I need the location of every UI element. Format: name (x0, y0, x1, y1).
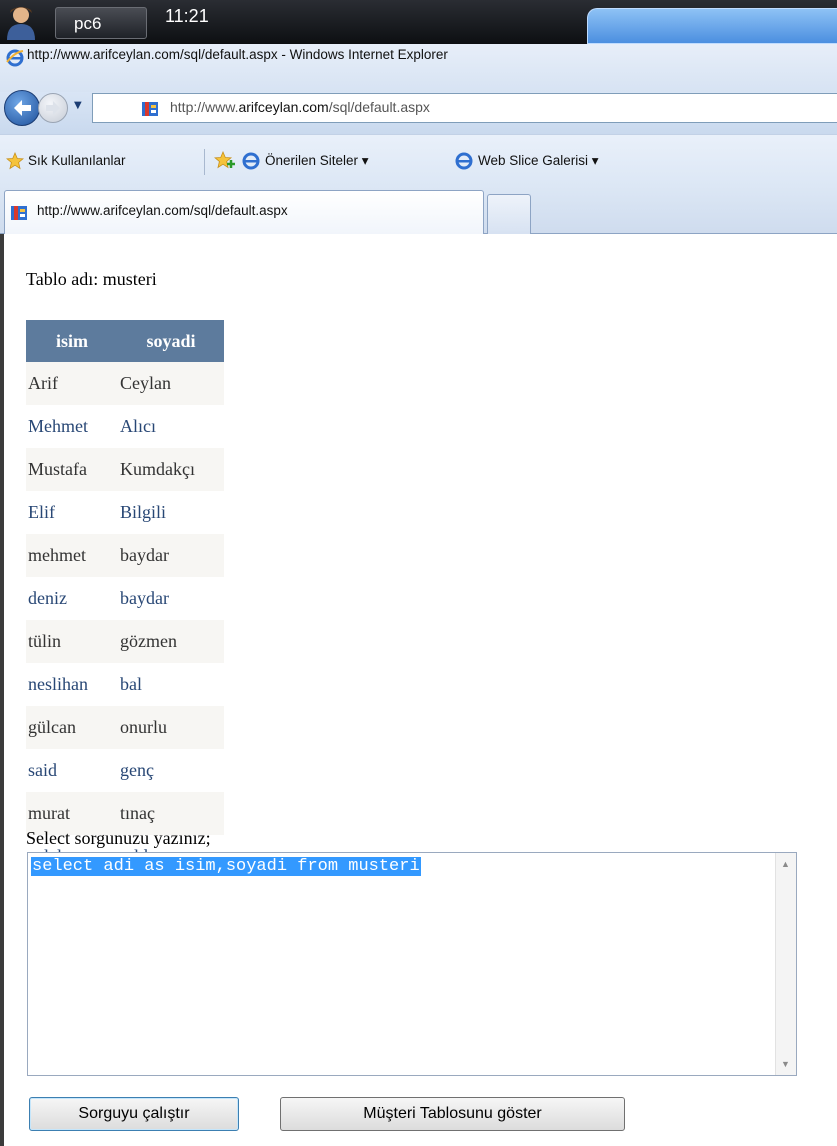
table-row: Elif Bilgili (26, 491, 224, 534)
web-slice-gallery-link[interactable]: Web Slice Galerisi ▾ (478, 153, 599, 169)
cell-soyadi: Bilgili (118, 491, 224, 534)
suggested-sites-link[interactable]: Önerilen Siteler ▾ (265, 153, 369, 169)
table-row: neslihan bal (26, 663, 224, 706)
cell-isim: said (26, 749, 118, 792)
taskbar-active-area[interactable] (587, 8, 837, 44)
cell-isim: tülin (26, 620, 118, 663)
tab-label: http://www.arifceylan.com/sql/default.as… (37, 203, 288, 218)
cell-soyadi: baydar (118, 577, 224, 620)
recent-pages-dropdown[interactable]: ▼ (74, 100, 82, 111)
clock: 11:21 (165, 6, 209, 26)
cell-isim: Elif (26, 491, 118, 534)
cell-isim: mehmet (26, 534, 118, 577)
add-favorite-icon[interactable] (214, 151, 236, 171)
arrow-left-icon (14, 100, 31, 116)
new-tab-button[interactable] (487, 194, 531, 234)
tab-strip: http://www.arifceylan.com/sql/default.as… (0, 186, 837, 234)
table-row: deniz baydar (26, 577, 224, 620)
results-table: isim soyadi Arif Ceylan Mehmet Alıcı Musta… (26, 320, 224, 878)
show-customer-table-button[interactable]: Müşteri Tablosunu göster (280, 1097, 625, 1131)
cell-isim: Arif (26, 362, 118, 405)
favorites-star-icon[interactable] (6, 152, 24, 170)
tab-current-page[interactable]: http://www.arifceylan.com/sql/default.as… (4, 190, 484, 234)
query-prompt-label: Select sorgunuzu yazınız; (26, 828, 211, 848)
table-row: tülin gözmen (26, 620, 224, 663)
cell-soyadi: onurlu (118, 706, 224, 749)
cell-soyadi: bal (118, 663, 224, 706)
page-content: Tablo adı: musteri isim soyadi Arif Ceyla… (0, 234, 837, 1146)
forward-button[interactable] (38, 93, 68, 123)
toolbar-separator (204, 149, 205, 175)
favorites-button[interactable]: Sık Kullanılanlar (28, 153, 126, 168)
ie-logo-icon (6, 49, 24, 67)
site-favicon-icon (142, 102, 158, 116)
cell-soyadi: Ceylan (118, 362, 224, 405)
suggested-sites-icon (242, 152, 260, 170)
cell-soyadi: Alıcı (118, 405, 224, 448)
textarea-scrollbar[interactable]: ▲ ▼ (775, 853, 796, 1075)
user-avatar-icon[interactable] (4, 4, 38, 40)
user-tab[interactable]: pc6 (55, 7, 147, 39)
cell-soyadi: baydar (118, 534, 224, 577)
cell-isim: deniz (26, 577, 118, 620)
table-row: mehmet baydar (26, 534, 224, 577)
cell-isim: Mehmet (26, 405, 118, 448)
cell-soyadi: Kumdakçı (118, 448, 224, 491)
taskbar: pc6 11:21 (0, 0, 837, 44)
web-slice-icon (455, 152, 473, 170)
table-header-row: isim soyadi (26, 320, 224, 362)
table-name-label: Tablo adı: musteri (26, 269, 157, 289)
cell-soyadi: gözmen (118, 620, 224, 663)
table-row: Arif Ceylan (26, 362, 224, 405)
run-query-button[interactable]: Sorguyu çalıştır (29, 1097, 239, 1131)
query-textarea[interactable]: select adi as isim,soyadi from musteri ▲… (27, 852, 797, 1076)
cell-isim: neslihan (26, 663, 118, 706)
query-text-selected: select adi as isim,soyadi from musteri (31, 857, 421, 876)
back-button[interactable] (4, 90, 40, 126)
column-header-soyadi: soyadi (118, 320, 224, 362)
address-bar[interactable]: http://www.arifceylan.com/sql/default.as… (92, 93, 837, 123)
table-row: said genç (26, 749, 224, 792)
cell-isim: Mustafa (26, 448, 118, 491)
arrow-right-icon (46, 101, 60, 115)
favorites-bar: Sık Kullanılanlar Önerilen Siteler ▾ Web… (0, 134, 837, 186)
window-titlebar: http://www.arifceylan.com/sql/default.as… (0, 44, 837, 92)
cell-isim: gülcan (26, 706, 118, 749)
scroll-up-icon[interactable]: ▲ (781, 859, 790, 869)
navigation-bar: ▼ http://www.arifceylan.com/sql/default.… (0, 90, 837, 134)
window-title: http://www.arifceylan.com/sql/default.as… (27, 47, 448, 62)
table-row: gülcan onurlu (26, 706, 224, 749)
column-header-isim: isim (26, 320, 118, 362)
address-url: http://www.arifceylan.com/sql/default.as… (170, 99, 430, 115)
table-row: Mehmet Alıcı (26, 405, 224, 448)
tab-favicon-icon (11, 206, 27, 220)
cell-soyadi: genç (118, 749, 224, 792)
scroll-down-icon[interactable]: ▼ (781, 1059, 790, 1069)
table-row: Mustafa Kumdakçı (26, 448, 224, 491)
